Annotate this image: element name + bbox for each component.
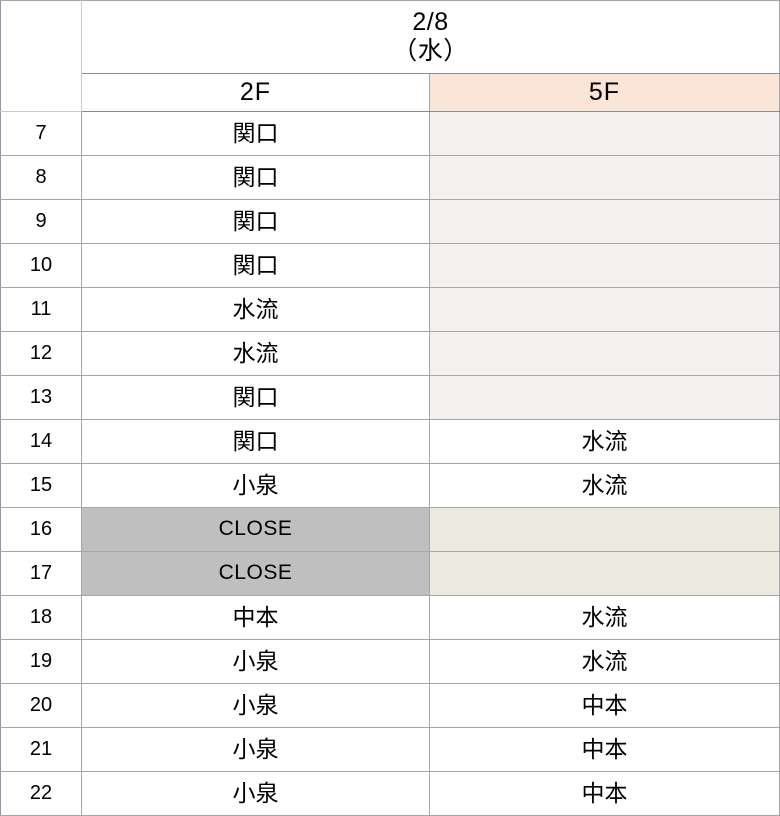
hour-label: 20 [0, 683, 82, 728]
table-row: 18 中本 水流 [0, 595, 780, 640]
table-header: 2/8 （水） 2F 5F [0, 0, 780, 112]
date-header-cell: 2/8 （水） [80, 0, 780, 74]
slot-2f[interactable]: 小泉 [81, 463, 430, 508]
slot-5f[interactable]: 水流 [428, 419, 780, 464]
slot-5f[interactable]: 水流 [428, 595, 780, 640]
table-row: 12 水流 [0, 331, 780, 376]
floor-header-5f: 5F [428, 73, 780, 112]
table-row: 16 CLOSE [0, 507, 780, 552]
corner-blank-cell [0, 0, 82, 112]
slot-2f[interactable]: CLOSE [81, 551, 430, 596]
slot-2f[interactable]: 小泉 [81, 639, 430, 684]
table-row: 21 小泉 中本 [0, 727, 780, 772]
hour-label: 8 [0, 155, 82, 200]
table-row: 20 小泉 中本 [0, 683, 780, 728]
slot-2f[interactable]: 小泉 [81, 727, 430, 772]
slot-5f[interactable] [428, 111, 780, 156]
slot-5f[interactable]: 中本 [428, 683, 780, 728]
header-row-date: 2/8 （水） [0, 0, 780, 112]
staff-schedule-table: 2/8 （水） 2F 5F 7 関口 8 関口 9 関口 10 関口 11 水流 12 水流 13 関口 1… [0, 0, 780, 816]
table-row: 11 水流 [0, 287, 780, 332]
hour-label: 18 [0, 595, 82, 640]
hour-label: 17 [0, 551, 82, 596]
slot-5f[interactable] [428, 331, 780, 376]
slot-2f[interactable]: 関口 [81, 111, 430, 156]
slot-5f[interactable]: 水流 [428, 639, 780, 684]
slot-2f[interactable]: 関口 [81, 419, 430, 464]
slot-5f[interactable] [428, 551, 780, 596]
hour-label: 22 [0, 771, 82, 816]
slot-5f[interactable]: 中本 [428, 771, 780, 816]
slot-2f[interactable]: 水流 [81, 331, 430, 376]
slot-2f[interactable]: 関口 [81, 243, 430, 288]
schedule-sheet: 2/8 （水） 2F 5F 7 関口 8 関口 9 関口 10 関口 11 水流 12 水流 13 関口 1… [0, 0, 780, 816]
slot-2f[interactable]: 中本 [81, 595, 430, 640]
hour-label: 9 [0, 199, 82, 244]
hour-label: 15 [0, 463, 82, 508]
slot-5f[interactable] [428, 375, 780, 420]
slot-2f[interactable]: 小泉 [81, 683, 430, 728]
floor-header-2f: 2F [81, 73, 430, 112]
slot-2f[interactable]: 関口 [81, 199, 430, 244]
slot-5f[interactable]: 中本 [428, 727, 780, 772]
date-label: 2/8 [412, 8, 449, 37]
slot-5f[interactable] [428, 287, 780, 332]
table-row: 15 小泉 水流 [0, 463, 780, 508]
hour-label: 21 [0, 727, 82, 772]
slot-2f[interactable]: 関口 [81, 155, 430, 200]
slot-5f[interactable] [428, 243, 780, 288]
table-row: 17 CLOSE [0, 551, 780, 596]
table-row: 8 関口 [0, 155, 780, 200]
hour-label: 12 [0, 331, 82, 376]
slot-2f[interactable]: 関口 [81, 375, 430, 420]
table-row: 13 関口 [0, 375, 780, 420]
slot-5f[interactable] [428, 155, 780, 200]
header-row-floors: 2F 5F [1, 73, 780, 112]
hour-label: 14 [0, 419, 82, 464]
table-row: 10 関口 [0, 243, 780, 288]
table-row: 14 関口 水流 [0, 419, 780, 464]
hour-label: 16 [0, 507, 82, 552]
hour-label: 19 [0, 639, 82, 684]
table-row: 7 関口 [0, 111, 780, 156]
table-row: 9 関口 [0, 199, 780, 244]
slot-2f[interactable]: 小泉 [81, 771, 430, 816]
table-row: 19 小泉 水流 [0, 639, 780, 684]
hour-label: 10 [0, 243, 82, 288]
slot-5f[interactable] [428, 507, 780, 552]
table-body: 7 関口 8 関口 9 関口 10 関口 11 水流 12 水流 13 関口 14 関口 水流 15 小泉 水流 16 C… [0, 111, 780, 816]
hour-label: 7 [0, 111, 82, 156]
weekday-label: （水） [392, 37, 469, 65]
slot-2f[interactable]: 水流 [81, 287, 430, 332]
slot-2f[interactable]: CLOSE [81, 507, 430, 552]
hour-label: 13 [0, 375, 82, 420]
slot-5f[interactable]: 水流 [428, 463, 780, 508]
table-row: 22 小泉 中本 [0, 771, 780, 816]
slot-5f[interactable] [428, 199, 780, 244]
hour-label: 11 [0, 287, 82, 332]
